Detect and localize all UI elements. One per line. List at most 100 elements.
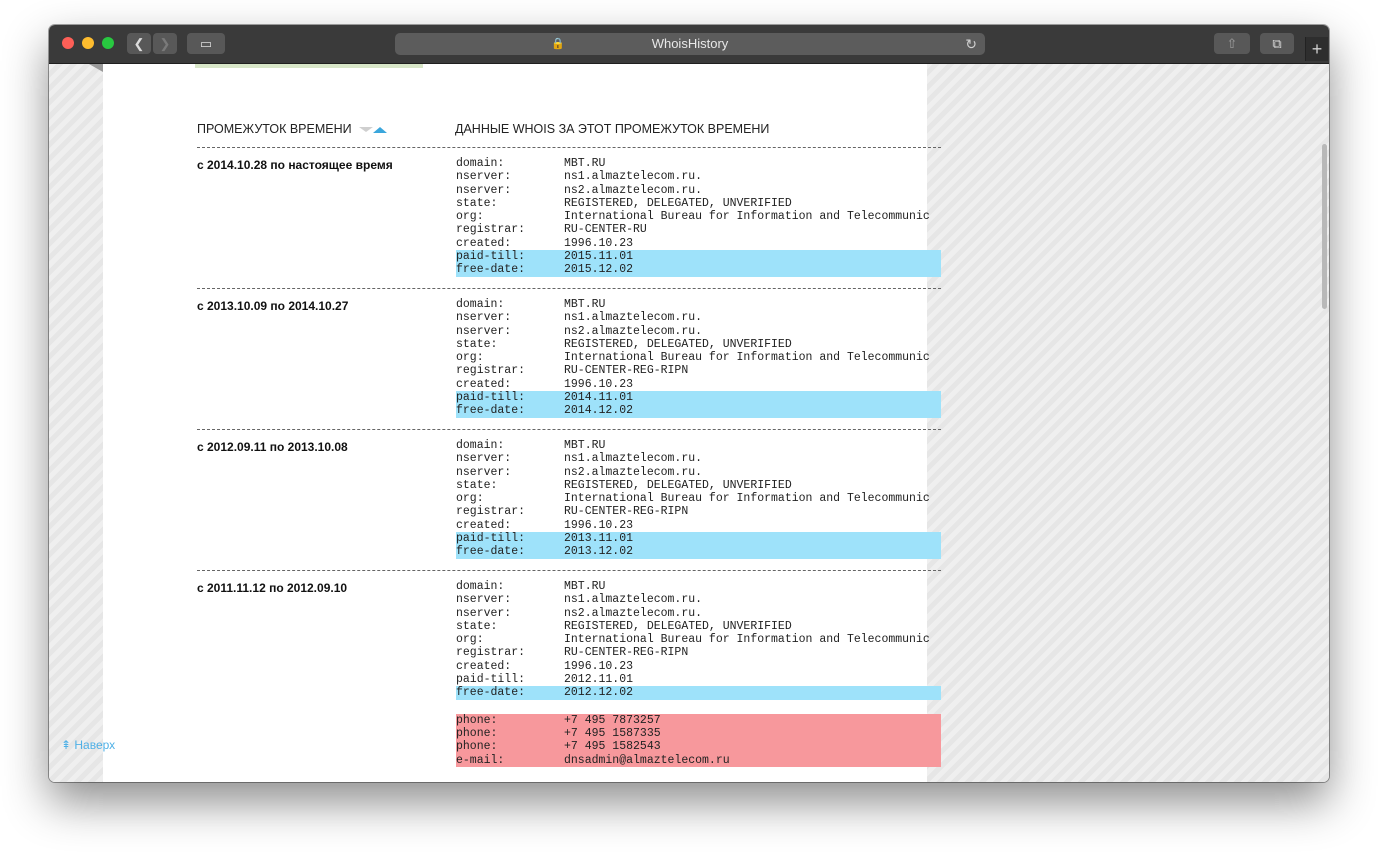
sidebar-toggle-button[interactable]: ▭: [187, 33, 225, 54]
chevron-left-icon: ❮: [133, 36, 145, 51]
tabs-icon: ⧉: [1272, 36, 1282, 51]
whois-key: created:: [456, 236, 512, 250]
whois-value: ns2.almaztelecom.ru.: [564, 465, 703, 479]
whois-line: domain: MBT.RU: [456, 580, 941, 593]
whois-key: nserver:: [456, 452, 512, 466]
whois-key: nserver:: [456, 183, 512, 197]
whois-record: domain: MBT.RU nserver: ns1.almaztelecom.ru…: [456, 439, 941, 559]
whois-key: registrar:: [456, 505, 526, 519]
whois-value: REGISTERED, DELEGATED, UNVERIFIED: [564, 619, 792, 633]
whois-value: RU-CENTER-RU: [564, 223, 647, 237]
share-button[interactable]: ⇧: [1214, 33, 1250, 54]
whois-key: domain:: [456, 439, 505, 452]
tab-overview-button[interactable]: ⧉: [1260, 33, 1294, 54]
whois-line: state: REGISTERED, DELEGATED, UNVERIFIED: [456, 197, 941, 210]
zoom-window-button[interactable]: [102, 37, 114, 49]
whois-line: e-mail: dnsadmin@almaztelecom.ru: [456, 753, 941, 767]
sort-descending-icon[interactable]: [359, 127, 374, 133]
scrollbar-thumb[interactable]: [1322, 144, 1327, 309]
sort-ascending-icon[interactable]: [373, 126, 388, 133]
whois-key: paid-till:: [456, 250, 526, 264]
address-bar[interactable]: 🔒 WhoisHistory ↻: [395, 33, 985, 55]
reload-icon[interactable]: ↻: [965, 33, 977, 55]
whois-record: domain: MBT.RU nserver: ns1.almaztelecom.ru…: [456, 580, 941, 767]
whois-value: ns2.almaztelecom.ru.: [564, 324, 703, 338]
whois-line: registrar: RU-CENTER-REG-RIPN: [456, 505, 941, 518]
column-header-period-label: ПРОМЕЖУТОК ВРЕМЕНИ: [197, 122, 352, 136]
whois-value: 2014.12.02: [564, 404, 634, 418]
whois-line: nserver: ns2.almaztelecom.ru.: [456, 325, 941, 338]
page-title: WhoisHistory: [651, 36, 729, 51]
page-viewport: ПРОМЕЖУТОК ВРЕМЕНИ ДАННЫЕ WHOIS ЗА ЭТОТ …: [49, 64, 1329, 782]
whois-line: created: 1996.10.23: [456, 378, 941, 391]
whois-key: paid-till:: [456, 391, 526, 405]
whois-line: org: International Bureau for Information…: [456, 210, 941, 223]
close-window-button[interactable]: [62, 37, 74, 49]
whois-line: paid-till: 2015.11.01: [456, 250, 941, 264]
whois-key: org:: [456, 210, 484, 224]
whois-line: nserver: ns1.almaztelecom.ru.: [456, 311, 941, 324]
whois-value: International Bureau for Information and…: [564, 351, 930, 365]
whois-key: created:: [456, 518, 512, 532]
content-column: ПРОМЕЖУТОК ВРЕМЕНИ ДАННЫЕ WHOIS ЗА ЭТОТ …: [103, 64, 941, 782]
whois-line: state: REGISTERED, DELEGATED, UNVERIFIED: [456, 479, 941, 492]
whois-line: created: 1996.10.23: [456, 519, 941, 532]
whois-key: nserver:: [456, 311, 512, 325]
whois-value: +7 495 1587335: [564, 726, 661, 740]
plus-icon: +: [1311, 39, 1323, 59]
chevron-right-icon: ❯: [159, 36, 171, 51]
record-period: с 2012.09.11 по 2013.10.08: [197, 440, 348, 454]
whois-value: 2014.11.01: [564, 391, 634, 405]
whois-key: state:: [456, 478, 498, 492]
whois-line: domain: MBT.RU: [456, 298, 941, 311]
whois-value: 1996.10.23: [564, 518, 634, 532]
whois-value: ns1.almaztelecom.ru.: [564, 170, 703, 184]
title-bar: ❮ ❯ ▭ 🔒 WhoisHistory ↻ ⇧ ⧉ +: [49, 25, 1329, 64]
whois-value: 1996.10.23: [564, 377, 634, 391]
whois-key: phone:: [456, 713, 498, 727]
whois-line: free-date: 2015.12.02: [456, 263, 941, 277]
whois-key: nserver:: [456, 465, 512, 479]
whois-value: ns2.almaztelecom.ru.: [564, 183, 703, 197]
whois-value: REGISTERED, DELEGATED, UNVERIFIED: [564, 196, 792, 210]
whois-key: org:: [456, 351, 484, 365]
whois-line: registrar: RU-CENTER-REG-RIPN: [456, 646, 941, 659]
whois-line: free-date: 2012.12.02: [456, 686, 941, 700]
whois-value: 2013.11.01: [564, 532, 634, 546]
whois-value: ns1.almaztelecom.ru.: [564, 593, 703, 607]
scrollbar[interactable]: [1320, 64, 1329, 782]
column-header-period[interactable]: ПРОМЕЖУТОК ВРЕМЕНИ: [197, 122, 388, 136]
whois-line: nserver: ns1.almaztelecom.ru.: [456, 452, 941, 465]
minimize-window-button[interactable]: [82, 37, 94, 49]
top-strip: [195, 64, 423, 68]
whois-value: ns1.almaztelecom.ru.: [564, 452, 703, 466]
whois-value: ns1.almaztelecom.ru.: [564, 311, 703, 325]
whois-value: 2015.12.02: [564, 263, 634, 277]
whois-value: REGISTERED, DELEGATED, UNVERIFIED: [564, 478, 792, 492]
whois-key: created:: [456, 659, 512, 673]
back-to-top-link[interactable]: ⇞ Наверх: [61, 738, 115, 752]
record-period: с 2013.10.09 по 2014.10.27: [197, 299, 349, 313]
whois-line: org: International Bureau for Information…: [456, 351, 941, 364]
whois-key: domain:: [456, 157, 505, 170]
whois-value: International Bureau for Information and…: [564, 492, 930, 506]
new-tab-button[interactable]: +: [1305, 37, 1328, 61]
whois-line: phone: +7 495 7873257: [456, 713, 941, 727]
whois-key: phone:: [456, 726, 498, 740]
whois-key: nserver:: [456, 593, 512, 607]
whois-key: state:: [456, 619, 498, 633]
whois-line: nserver: ns2.almaztelecom.ru.: [456, 466, 941, 479]
whois-value: 2015.11.01: [564, 250, 634, 264]
record-period: с 2014.10.28 по настоящее время: [197, 158, 393, 172]
whois-line: org: International Bureau for Information…: [456, 492, 941, 505]
forward-button[interactable]: ❯: [153, 33, 177, 54]
row-divider: [197, 429, 941, 430]
whois-line: registrar: RU-CENTER-RU: [456, 223, 941, 236]
row-divider: [197, 147, 941, 148]
whois-key: nserver:: [456, 170, 512, 184]
whois-line: state: REGISTERED, DELEGATED, UNVERIFIED: [456, 620, 941, 633]
whois-value: 2012.12.02: [564, 686, 634, 700]
whois-key: state:: [456, 196, 498, 210]
column-header-data: ДАННЫЕ WHOIS ЗА ЭТОТ ПРОМЕЖУТОК ВРЕМЕНИ: [455, 122, 770, 136]
back-button[interactable]: ❮: [127, 33, 151, 54]
